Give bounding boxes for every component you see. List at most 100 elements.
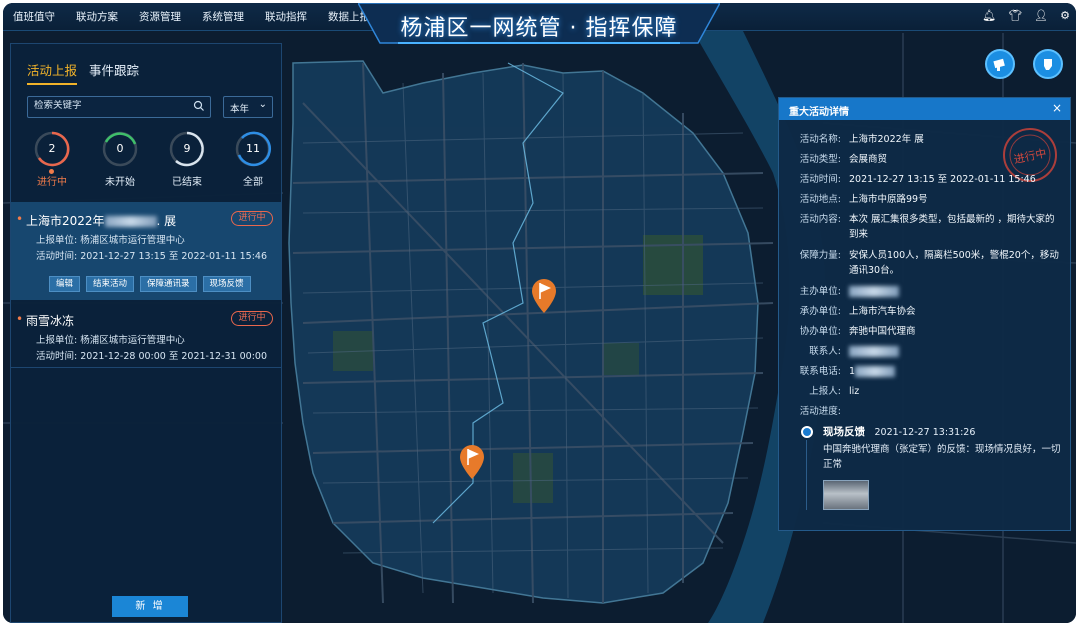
row-value: 1 (849, 364, 1059, 379)
row-value: 奔驰中国代理商 (849, 326, 916, 337)
status-badge: 进行中 (231, 211, 273, 226)
progress-line (806, 440, 807, 510)
progress-title: 现场反馈 (823, 426, 865, 438)
left-panel: 活动上报 事件跟踪 本年 ⌄ 2 进行中 0 未开始 (10, 43, 282, 623)
event-title: 上海市2022年 . 展 (16, 212, 177, 229)
row-key: 承办单位: (799, 306, 841, 317)
redacted-text (849, 286, 899, 297)
search-input[interactable] (34, 100, 184, 111)
row-key: 保障力量: (799, 250, 841, 261)
row-value: 上海市汽车协会 (849, 306, 916, 317)
progress-dot-icon (801, 426, 813, 438)
search-box (27, 96, 211, 118)
list-item[interactable]: 上海市2022年 . 展 进行中 上报单位: 杨浦区城市运行管理中心 活动时间: … (11, 202, 281, 300)
row-key: 主办单位: (799, 286, 841, 297)
row-value: 上海市2022年 展 (849, 134, 924, 145)
event-title-suffix: . 展 (156, 214, 177, 228)
list-item[interactable]: 雨雪冰冻 进行中 上报单位: 杨浦区城市运行管理中心 活动时间: 2021-12… (11, 304, 281, 368)
settings-icon[interactable]: ⚙ (1060, 9, 1070, 23)
event-title: 雨雪冰冻 (16, 312, 74, 329)
stat-value: 2 (48, 142, 56, 155)
stat-value: 11 (246, 142, 260, 155)
menu-item[interactable]: 资源管理 (139, 9, 181, 24)
feedback-button[interactable]: 现场反馈 (202, 276, 251, 292)
stat-value: 0 (116, 142, 124, 155)
row-key: 协办单位: (799, 326, 841, 337)
event-time-label: 活动时间: (36, 251, 78, 262)
menu-item[interactable]: 联动指挥 (265, 9, 307, 24)
row-key: 上报人: (809, 386, 841, 397)
tab-event-tracking[interactable]: 事件跟踪 (89, 60, 139, 85)
redacted-text (849, 346, 899, 357)
panel-title: 重大活动详情 (789, 107, 849, 118)
event-unit-label: 上报单位: (36, 235, 78, 246)
menu-item[interactable]: 联动方案 (76, 9, 118, 24)
camera-button[interactable] (985, 49, 1015, 79)
tab-activity-report[interactable]: 活动上报 (27, 60, 78, 85)
panel-header: 重大活动详情 × (779, 98, 1070, 120)
row-key: 联系电话: (799, 366, 841, 377)
stat-finished[interactable]: 9 已结束 (162, 130, 212, 188)
row-value: 会展商贸 (849, 154, 888, 165)
row-value: liz (849, 386, 860, 397)
stat-label: 进行中 (37, 177, 67, 188)
event-time: 活动时间: 2021-12-27 13:15 至 2022-01-11 15:4… (36, 248, 267, 262)
event-time-value: 2021-12-27 13:15 至 2022-01-11 15:46 (80, 251, 267, 262)
row-value: 上海市中原路99号 (849, 194, 928, 205)
event-unit-value: 杨浦区城市运行管理中心 (80, 235, 185, 246)
row-key: 活动内容: (799, 214, 841, 225)
search-icon[interactable] (193, 100, 205, 112)
feedback-photo[interactable] (823, 480, 869, 510)
status-badge: 进行中 (231, 311, 273, 326)
event-title-text: 上海市2022年 (26, 214, 105, 228)
menu-item[interactable]: 值班值守 (13, 9, 55, 24)
year-select[interactable]: 本年 ⌄ (223, 96, 273, 118)
stat-label: 已结束 (172, 177, 202, 188)
stat-label: 全部 (243, 177, 263, 188)
progress-entry: 现场反馈 2021-12-27 13:31:26 中国奔驰代理商（张定军）的反馈… (823, 424, 1063, 472)
edit-button[interactable]: 编辑 (49, 276, 81, 292)
hand-button[interactable] (1033, 49, 1063, 79)
row-key: 活动时间: (799, 174, 841, 185)
contacts-button[interactable]: 保障通讯录 (140, 276, 197, 292)
menu-item[interactable]: 系统管理 (202, 9, 244, 24)
bell-icon[interactable]: 🔔︎ (982, 9, 996, 23)
stat-all[interactable]: 11 全部 (228, 130, 278, 188)
row-key: 活动地点: (799, 194, 841, 205)
user-icon[interactable]: 👤︎ (1034, 9, 1048, 23)
page-title: 杨浦区一网统管 · 指挥保障 (400, 16, 678, 41)
page-title-banner: 杨浦区一网统管 · 指挥保障 (358, 3, 720, 49)
stat-in-progress[interactable]: 2 进行中 (27, 130, 77, 188)
stat-label: 未开始 (105, 177, 135, 188)
stats-row: 2 进行中 0 未开始 9 已结束 11 全部 (25, 130, 275, 192)
top-icons: 🔔︎ 👕︎ 👤︎ ⚙ (982, 9, 1070, 23)
row-key: 活动进度: (799, 406, 841, 417)
chevron-down-icon: ⌄ (258, 99, 267, 110)
row-value: 安保人员100人，隔离栏500米，警棍20个，移动通讯30台。 (849, 250, 1059, 276)
event-time-value: 2021-12-28 00:00 至 2021-12-31 00:00 (80, 351, 267, 362)
redacted-text (855, 366, 896, 377)
app-frame: 值班值守 联动方案 资源管理 系统管理 联动指挥 数据上报 🔔︎ 👕︎ 👤︎ ⚙… (3, 3, 1076, 623)
shirt-icon[interactable]: 👕︎ (1008, 9, 1022, 23)
activity-detail-panel: 重大活动详情 × 进行中 活动名称: 上海市2022年 展 活动类型: 会展商贸 活… (778, 97, 1071, 531)
event-time: 活动时间: 2021-12-28 00:00 至 2021-12-31 00:0… (36, 348, 267, 362)
event-actions: 编辑 结束活动 保障通讯录 现场反馈 (49, 276, 251, 292)
row-value: 本次 展汇集很多类型，包括最新的 ，期待大家的到来 (849, 214, 1055, 240)
add-button[interactable]: 新 增 (112, 596, 188, 617)
row-key: 活动类型: (799, 154, 841, 165)
active-dot (49, 169, 54, 174)
row-value: 2021-12-27 13:15 至 2022-01-11 15:46 (849, 174, 1036, 185)
row-key: 活动名称: (799, 134, 841, 145)
row-value (849, 284, 1059, 299)
row-value (849, 344, 1059, 359)
stat-value: 9 (183, 142, 191, 155)
end-activity-button[interactable]: 结束活动 (86, 276, 135, 292)
close-icon[interactable]: × (1052, 101, 1062, 115)
progress-text: 中国奔驰代理商（张定军）的反馈：现场情况良好，一切正常 (823, 444, 1061, 470)
tab-bar: 活动上报 事件跟踪 (27, 60, 139, 85)
event-unit: 上报单位: 杨浦区城市运行管理中心 (36, 332, 185, 346)
stat-not-started[interactable]: 0 未开始 (95, 130, 145, 188)
event-unit-label: 上报单位: (36, 335, 78, 346)
row-key: 联系人: (809, 346, 841, 357)
redacted-text (104, 216, 157, 227)
